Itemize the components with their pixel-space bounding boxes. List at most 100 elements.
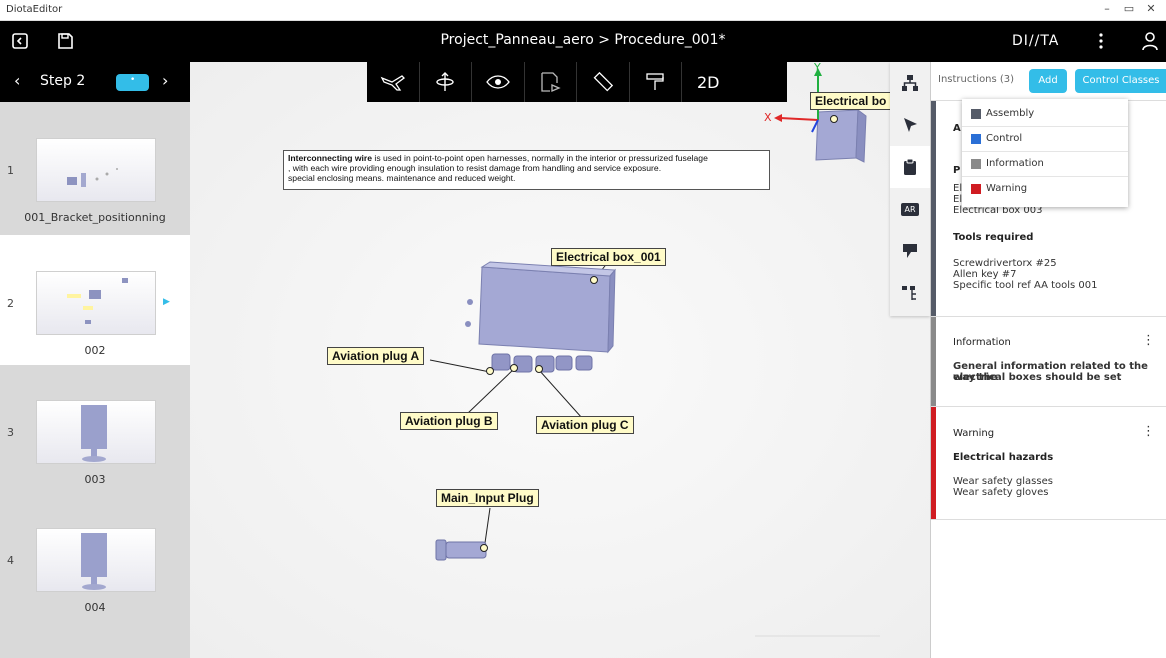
instruction-card-information[interactable]: Information ⋮ General information relate… (931, 316, 1166, 406)
note-line2: , with each wire providing enough insula… (288, 163, 662, 173)
step-thumbnail (36, 528, 156, 592)
label-aviation-plug-c[interactable]: Aviation plug C (536, 416, 634, 434)
ar-icon: AR (901, 202, 919, 216)
dropdown-label: Information (986, 158, 1044, 169)
export-button[interactable] (525, 62, 577, 102)
card-line-partial: El (953, 183, 963, 194)
step-number: 2 (7, 297, 14, 310)
control-classes-button[interactable]: Control Classes (1075, 69, 1166, 93)
measure-button[interactable] (577, 62, 630, 102)
add-button[interactable]: Add (1029, 69, 1067, 93)
paint-button[interactable] (630, 62, 682, 102)
color-swatch (971, 159, 981, 169)
step-item-2[interactable]: 2 ▶ 002 (0, 235, 190, 365)
axis-y-label: Y (814, 62, 821, 74)
step-thumbnail (36, 138, 156, 202)
paint-roller-icon (646, 73, 664, 90)
aircraft-view-button[interactable] (367, 62, 420, 102)
dropdown-item-control[interactable]: Control (962, 127, 1128, 152)
view-2d-button[interactable]: 2D (682, 62, 735, 102)
tool-item: Screwdrivertorx #25 (953, 258, 1057, 269)
pointer-button[interactable] (890, 104, 930, 146)
dropdown-item-warning[interactable]: Warning (962, 177, 1128, 202)
step-number: 3 (7, 426, 14, 439)
prev-step-icon[interactable]: ‹ (14, 71, 20, 90)
more-vert-icon[interactable] (1091, 31, 1111, 51)
hierarchy-button[interactable] (890, 62, 930, 104)
next-step-icon[interactable]: › (162, 71, 168, 90)
visibility-button[interactable] (472, 62, 525, 102)
card-title: Information (953, 337, 1011, 348)
main-input-plug[interactable] (435, 539, 487, 561)
color-swatch (971, 109, 981, 119)
import-button[interactable] (890, 230, 930, 272)
instruction-tool-strip: AR (890, 62, 930, 316)
step-item-3[interactable]: 3 003 (0, 364, 190, 494)
eye-icon (485, 75, 510, 89)
label-electrical-box-top[interactable]: Electrical bo (810, 92, 892, 110)
step-thumbnail (36, 400, 156, 464)
card-subtitle: Electrical hazards (953, 452, 1054, 463)
dropdown-label: Assembly (986, 108, 1035, 119)
thumbnail-scene (67, 278, 128, 324)
thumbnail-scene (67, 168, 118, 187)
ruler-icon (593, 71, 613, 92)
thumbnail-scene (81, 405, 107, 462)
move-icon (436, 72, 454, 91)
step-caption: 002 (84, 344, 106, 357)
maximize-button[interactable]: ▭ (1118, 0, 1140, 20)
step-item-4[interactable]: 4 004 (0, 492, 190, 622)
anchor-dot[interactable] (480, 544, 488, 552)
card-text: Wear safety glasses (953, 476, 1053, 487)
viewport-3d[interactable]: Y X 2D Interconnecting wire is used in p… (190, 62, 930, 658)
dropdown-label: Control (986, 133, 1023, 144)
label-electrical-box-001[interactable]: Electrical box_001 (551, 248, 666, 266)
label-aviation-plug-a[interactable]: Aviation plug A (327, 347, 425, 365)
tree-icon (902, 286, 916, 300)
pointer-icon (904, 118, 917, 132)
clipboard-button[interactable] (890, 146, 930, 188)
anchor-dot[interactable] (510, 364, 518, 372)
more-vert-icon[interactable]: ⋮ (1142, 424, 1155, 439)
step-item-1[interactable]: 1 001_Bracket_positionning (0, 102, 190, 232)
window-titlebar: DiotaEditor – ▭ ✕ (0, 0, 1166, 21)
anchor-dot[interactable] (830, 115, 838, 123)
step-caption: 003 (84, 473, 106, 486)
dropdown-item-assembly[interactable]: Assembly (962, 102, 1128, 127)
steps-sidebar: 1 001_Bracket_positionning 2 ▶ 002 3 003… (0, 102, 190, 658)
dropdown-item-information[interactable]: Information (962, 152, 1128, 177)
move-button[interactable] (420, 62, 472, 102)
tree-button[interactable] (890, 272, 930, 314)
anchor-dot[interactable] (486, 367, 494, 375)
label-main-input-plug[interactable]: Main_Input Plug (436, 489, 539, 507)
step-number: 1 (7, 164, 14, 177)
active-step-arrow-icon: ▶ (163, 297, 170, 307)
add-type-dropdown: Assembly Control Information Warning (962, 99, 1128, 207)
instructions-count: Instructions (3) (938, 74, 1015, 85)
annotation-note[interactable]: Interconnecting wire is used in point-to… (283, 150, 770, 190)
electrical-box-small[interactable] (815, 109, 867, 163)
step-caption: 004 (84, 601, 106, 614)
ar-button[interactable]: AR (890, 188, 930, 230)
app-header: Project_Panneau_aero > Procedure_001* DI… (0, 21, 1166, 62)
app-name: DiotaEditor (6, 4, 63, 15)
note-line3: special enclosing means. maintenance and… (288, 173, 516, 183)
card-color-bar (931, 317, 936, 406)
card-text: electrical boxes should be set (953, 372, 1122, 383)
card-color-bar (931, 407, 936, 519)
instruction-card-warning[interactable]: Warning ⋮ Electrical hazards Wear safety… (931, 406, 1166, 520)
axis-x-label: X (764, 111, 772, 124)
close-button[interactable]: ✕ (1140, 0, 1162, 20)
card-line-partial: El (953, 194, 963, 205)
label-aviation-plug-b[interactable]: Aviation plug B (400, 412, 498, 430)
more-vert-icon[interactable]: ⋮ (1142, 333, 1155, 348)
minimize-button[interactable]: – (1096, 0, 1118, 20)
anchor-dot[interactable] (590, 276, 598, 284)
hierarchy-icon (902, 75, 918, 91)
anchor-dot[interactable] (535, 365, 543, 373)
card-title: Warning (953, 428, 995, 439)
clipboard-icon (904, 158, 916, 175)
step-add-button[interactable]: • (116, 74, 149, 91)
user-icon[interactable] (1140, 31, 1160, 51)
viewer-toolbar: 2D (367, 62, 787, 102)
